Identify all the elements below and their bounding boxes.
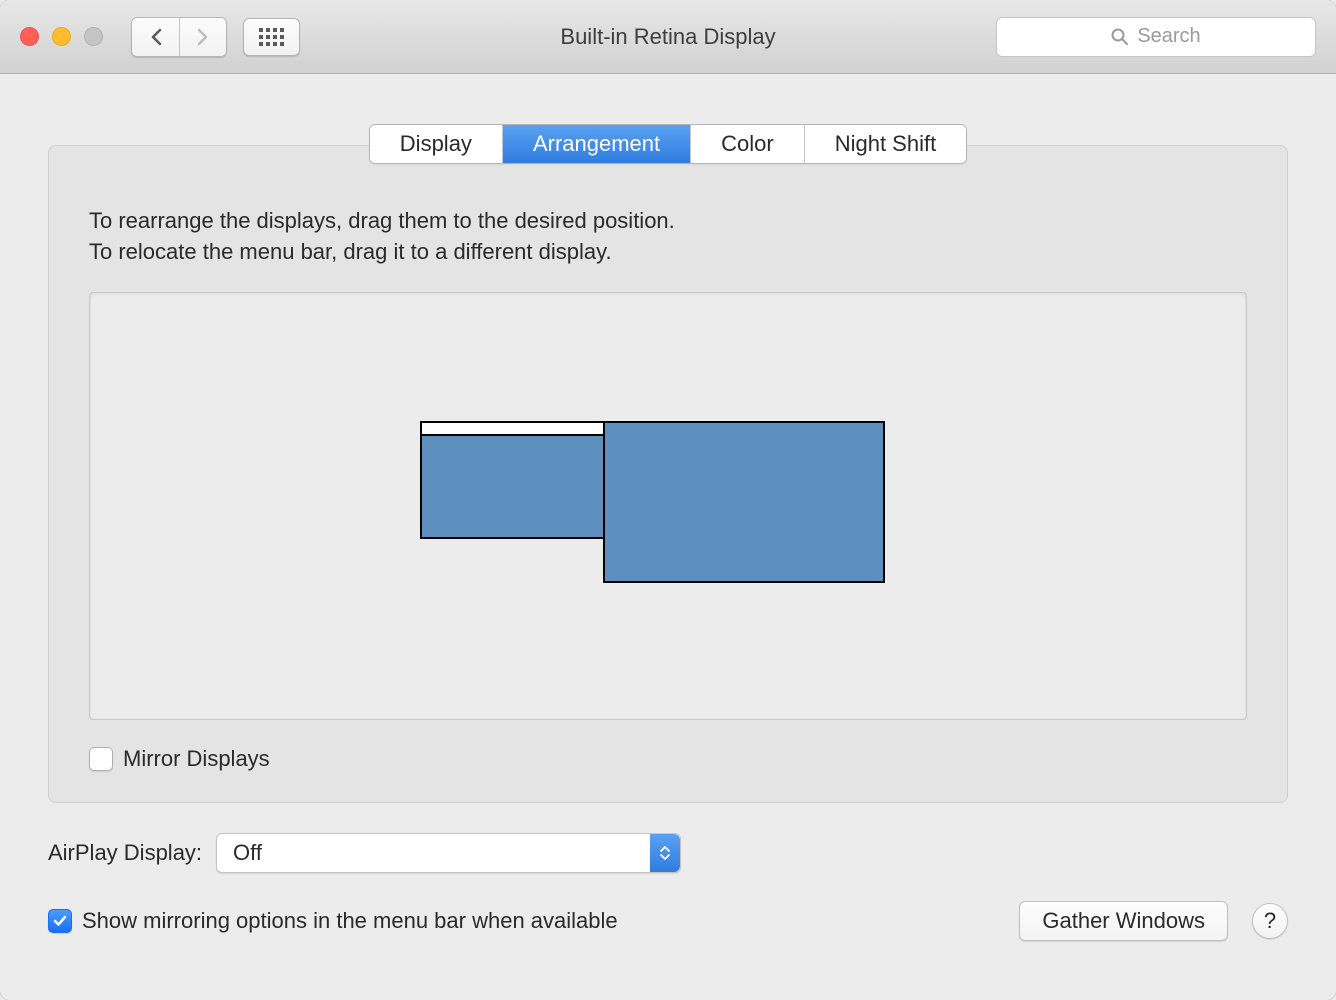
menu-bar-indicator[interactable] xyxy=(422,423,604,436)
airplay-label: AirPlay Display: xyxy=(48,840,202,866)
forward-button xyxy=(179,18,226,56)
chevron-left-icon xyxy=(150,28,162,46)
grid-icon xyxy=(259,28,284,46)
show-mirroring-label: Show mirroring options in the menu bar w… xyxy=(82,908,618,934)
chevron-right-icon xyxy=(197,28,209,46)
tab-arrangement[interactable]: Arrangement xyxy=(503,125,691,163)
help-button[interactable]: ? xyxy=(1252,903,1288,939)
arrangement-area[interactable] xyxy=(89,292,1247,720)
minimize-button[interactable] xyxy=(52,27,71,46)
search-input[interactable]: Search xyxy=(996,17,1316,57)
airplay-value: Off xyxy=(233,840,262,866)
traffic-lights xyxy=(20,27,103,46)
display-primary[interactable] xyxy=(420,421,606,539)
instructions: To rearrange the displays, drag them to … xyxy=(89,206,1247,268)
mirror-displays-checkbox[interactable] xyxy=(89,747,113,771)
instruction-line-1: To rearrange the displays, drag them to … xyxy=(89,206,1247,237)
arrangement-panel: To rearrange the displays, drag them to … xyxy=(48,145,1288,803)
back-button[interactable] xyxy=(132,18,179,56)
search-icon xyxy=(1111,28,1129,46)
display-secondary[interactable] xyxy=(603,421,885,583)
tab-bar: Display Arrangement Color Night Shift xyxy=(48,124,1288,164)
bottom-area: AirPlay Display: Off Show mirroring opti… xyxy=(48,803,1288,941)
tab-color[interactable]: Color xyxy=(691,125,805,163)
airplay-row: AirPlay Display: Off xyxy=(48,833,1288,873)
nav-buttons xyxy=(131,17,227,57)
search-placeholder: Search xyxy=(1137,25,1200,48)
gather-windows-button[interactable]: Gather Windows xyxy=(1019,901,1228,941)
show-mirroring-checkbox[interactable] xyxy=(48,909,72,933)
window-title: Built-in Retina Display xyxy=(560,24,775,50)
airplay-select[interactable]: Off xyxy=(216,833,681,873)
titlebar: Built-in Retina Display Search xyxy=(0,0,1336,74)
tab-night-shift[interactable]: Night Shift xyxy=(805,125,967,163)
mirror-displays-label: Mirror Displays xyxy=(123,746,270,772)
tab-display[interactable]: Display xyxy=(370,125,503,163)
instruction-line-2: To relocate the menu bar, drag it to a d… xyxy=(89,237,1247,268)
zoom-button xyxy=(84,27,103,46)
mirror-displays-row: Mirror Displays xyxy=(89,746,1247,772)
bottom-row: Show mirroring options in the menu bar w… xyxy=(48,901,1288,941)
show-all-button[interactable] xyxy=(243,18,300,56)
system-preferences-window: Built-in Retina Display Search Display A… xyxy=(0,0,1336,1000)
close-button[interactable] xyxy=(20,27,39,46)
select-arrows-icon xyxy=(650,834,680,872)
content-area: Display Arrangement Color Night Shift To… xyxy=(0,74,1336,971)
